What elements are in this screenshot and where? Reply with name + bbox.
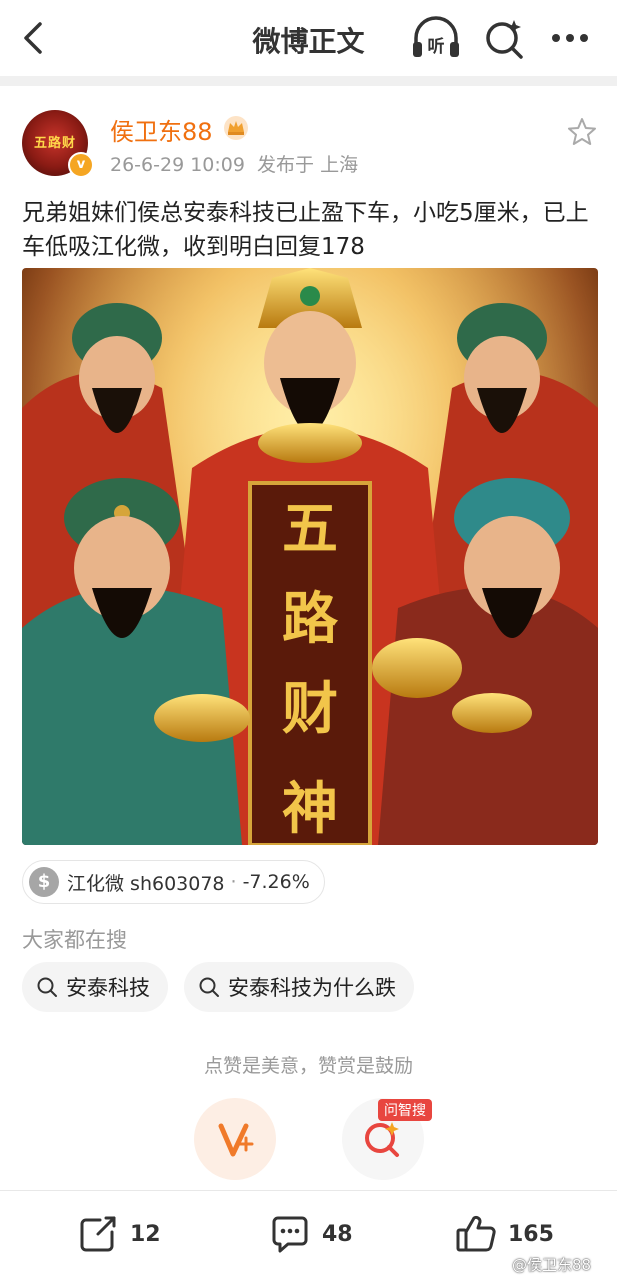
search-icon	[37, 977, 57, 997]
thumbs-up-icon	[456, 1215, 496, 1252]
author-name[interactable]: 侯卫东88	[110, 112, 213, 147]
search-chip-label: 安泰科技为什么跌	[228, 976, 396, 1000]
stock-separator: ·	[230, 871, 237, 893]
post-meta: 26-6-29 10:09 发布于 上海	[110, 150, 358, 177]
listen-label: 听	[428, 36, 445, 57]
comment-icon	[272, 1216, 308, 1253]
post-time: 26-6-29 10:09	[110, 154, 245, 176]
avatar-text: 五路财	[33, 136, 76, 151]
search-button[interactable]	[484, 14, 526, 62]
svg-text:五: 五	[282, 496, 338, 562]
repost-count: 12	[130, 1221, 161, 1247]
reward-text: 点赞是美意，赞赏是鼓励	[203, 1055, 413, 1077]
stock-name: 江化微 sh603078	[67, 872, 225, 895]
stock-change: -7.26%	[242, 871, 310, 893]
star-icon	[568, 118, 596, 145]
crown-icon	[222, 114, 250, 140]
headphones-icon: 听	[413, 16, 459, 57]
bottom-bar-border	[0, 1190, 617, 1191]
post-image[interactable]: 五 路 财 神	[22, 268, 598, 845]
post-text: 兄弟姐妹们侯总安泰科技已止盈下车，小吃5厘米，已上车低吸江化微，收到明白回复17…	[22, 200, 589, 260]
svg-text:路: 路	[282, 586, 339, 652]
search-sparkle-icon	[486, 20, 523, 59]
repost-icon	[80, 1216, 116, 1252]
ask-search-badge: 问智搜	[378, 1099, 432, 1121]
comment-button[interactable]: 48	[268, 1208, 353, 1260]
more-button[interactable]	[548, 22, 592, 54]
watermark: @侯卫东88	[512, 1256, 592, 1274]
like-button[interactable]: 165	[454, 1208, 554, 1260]
favorite-button[interactable]	[566, 116, 598, 148]
stock-chip[interactable]: $ 江化微 sh603078 · -7.26%	[22, 860, 325, 904]
dollar-icon: $	[29, 867, 59, 897]
header-divider	[0, 76, 617, 86]
post-source: 发布于 上海	[257, 154, 359, 176]
svg-text:财: 财	[282, 676, 338, 742]
search-chip-0[interactable]: 安泰科技	[22, 962, 168, 1012]
search-chip-label: 安泰科技	[66, 976, 150, 1000]
reward-button[interactable]	[194, 1098, 276, 1180]
verified-badge: v	[68, 152, 94, 178]
repost-button[interactable]: 12	[76, 1208, 161, 1260]
listen-button[interactable]: 听	[410, 14, 462, 62]
reward-v-icon	[218, 1123, 254, 1157]
svg-text:神: 神	[282, 776, 338, 842]
more-dots-icon	[552, 34, 588, 42]
comment-count: 48	[322, 1221, 353, 1247]
search-chip-1[interactable]: 安泰科技为什么跌	[184, 962, 414, 1012]
wealth-gods-illustration: 五 路 财 神	[22, 268, 598, 845]
like-count: 165	[508, 1221, 554, 1247]
hot-search-heading: 大家都在搜	[22, 928, 127, 952]
top-bar: 微博正文 听	[0, 0, 617, 76]
search-icon	[199, 977, 219, 997]
